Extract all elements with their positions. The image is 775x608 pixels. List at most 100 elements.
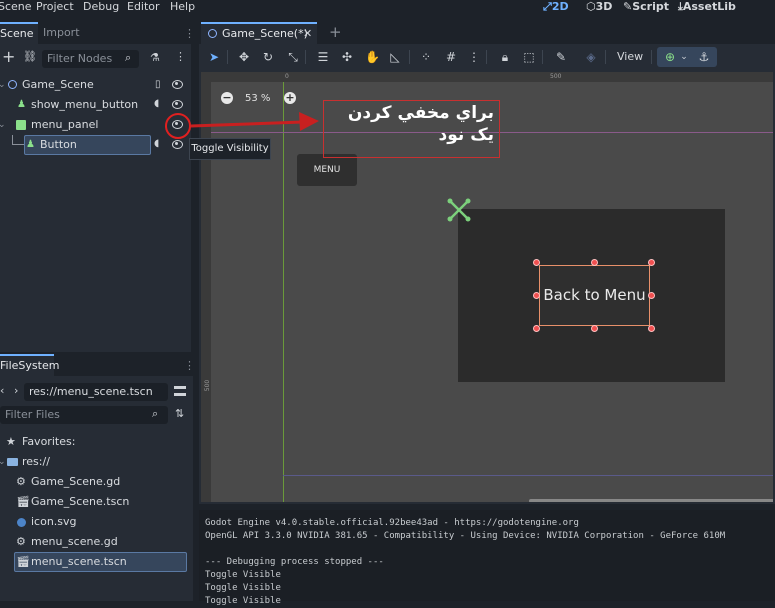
file-row[interactable]: ⚙ Game_Scene.gd [0,472,190,492]
mode-assetlib-button[interactable]: ⤓AssetLib [678,0,736,14]
pan-tool-icon[interactable]: ✋ [365,50,380,64]
node2d-icon [8,80,17,89]
smart-snap-icon[interactable]: ⁘ [419,50,433,64]
menu-debug[interactable]: Debug [83,0,119,14]
tree-node-menu-panel[interactable]: ⌄ menu_panel [0,115,190,135]
more-options-icon[interactable]: ⋮ [184,359,195,372]
pivot-icon[interactable] [447,198,471,222]
tab-game-scene[interactable]: Game_Scene(*) ✕ [201,22,317,44]
signal-icon[interactable]: ◖ [154,138,164,150]
resize-handle[interactable] [648,325,655,332]
ruler-tool-icon[interactable]: ◺ [388,50,402,64]
resize-handle[interactable] [591,259,598,266]
filter-files-input[interactable]: Filter Files [0,406,168,424]
resize-handle[interactable] [533,259,540,266]
chevron-down-icon[interactable]: ⌄ [677,50,691,64]
rotate-tool-icon[interactable]: ↻ [261,50,275,64]
path-field[interactable]: res://menu_scene.tscn [24,383,168,401]
search-icon: ⌕ [152,407,159,420]
separator [651,50,652,64]
canvas-toolbar: ➤ ✥ ↻ ⤡ ☰ ✣ ✋ ◺ ⁘ # ⋮ 🔒︎ ⬚ ✎ ◈ View ⊕ ⌄ … [199,44,775,70]
close-icon[interactable]: ✕ [303,24,312,43]
gear-icon: ⚙ [16,535,26,548]
anchor-icon[interactable]: ⚓︎ [697,50,711,64]
separator [605,50,606,64]
output-line: OpenGL API 3.3.0 NVIDIA 381.65 - Compati… [205,531,726,541]
file-row-selected[interactable]: 🎬︎ menu_scene.tscn [0,552,190,572]
view-menu-button[interactable]: View [617,50,643,63]
tab-import[interactable]: Import [39,22,84,44]
menu-project[interactable]: Project [36,0,74,14]
back-arrow-icon[interactable]: ‹ [0,384,4,397]
grid-snap-icon[interactable]: # [444,50,458,64]
snap-options-icon[interactable]: ⋮ [467,50,481,64]
lock-icon[interactable]: 🔒︎ [498,50,512,64]
tree-node-button[interactable]: ♟ Button ◖ [0,135,190,155]
link-icon[interactable]: ⛓ [23,50,37,63]
collapse-icon[interactable]: ⌄ [0,452,6,472]
resize-handle[interactable] [648,292,655,299]
menu-editor[interactable]: Editor [127,0,160,14]
scene-dock-tabs: Scene Import ⋮ [0,22,195,44]
visibility-eye-icon[interactable] [172,80,183,89]
folder-row-root[interactable]: ⌄ res:// [0,452,190,472]
resize-handle[interactable] [533,292,540,299]
tree-node-game-scene[interactable]: ⌄ Game_Scene ▯ [0,75,190,95]
separator [486,50,487,64]
separator [409,50,410,64]
signal-icon[interactable]: ◖ [154,98,164,110]
anchor-group: ⊕ ⌄ ⚓︎ [657,47,717,67]
file-row[interactable]: icon.svg [0,512,190,532]
mode-script-button[interactable]: ✎Script [623,0,669,14]
tree-node-show-menu-button[interactable]: ♟ show_menu_button ◖ [0,95,190,115]
more-options-icon[interactable]: ⋮ [184,27,195,40]
mode-3d-button[interactable]: ⬡3D [586,0,612,14]
add-tab-icon[interactable]: + [329,23,342,41]
add-node-icon[interactable]: + [2,48,15,66]
script-attach-icon[interactable]: ⚗ [150,51,160,64]
tree-connector [12,135,24,145]
group-icon[interactable]: ⬚ [522,50,536,64]
list-view-icon[interactable] [174,386,186,396]
tab-filesystem[interactable]: FileSystem [0,354,59,376]
resize-handle[interactable] [648,259,655,266]
pivot-tool-icon[interactable]: ✣ [340,50,354,64]
move-tool-icon[interactable]: ✥ [237,50,251,64]
more-icon[interactable]: ⋮ [175,50,186,63]
collapse-icon[interactable]: ⌄ [0,75,6,95]
horizontal-scrollbar[interactable] [529,499,773,502]
visibility-eye-icon[interactable] [172,140,183,149]
editor-tab-bar: Game_Scene(*) ✕ + [199,22,775,44]
menu-help[interactable]: Help [170,0,195,14]
forward-arrow-icon[interactable]: › [14,384,18,397]
menu-scene[interactable]: Scene [0,0,32,14]
file-row[interactable]: 🎬︎ Game_Scene.tscn [0,492,190,512]
collapse-icon[interactable]: ⌄ [0,115,6,135]
menu-button-preview[interactable]: MENU [297,154,357,186]
scale-tool-icon[interactable]: ⤡ [286,50,300,64]
bone-icon[interactable]: ✎ [554,50,568,64]
add-point-icon[interactable]: ⊕ [663,50,677,64]
file-row[interactable]: ⚙ menu_scene.gd [0,532,190,552]
panel-node-icon [16,120,26,130]
camera-icon[interactable]: ◈ [584,50,598,64]
resize-handle[interactable] [533,325,540,332]
list-select-icon[interactable]: ☰ [316,50,330,64]
sort-icon[interactable]: ⇅ [175,407,184,420]
mode-2d-button[interactable]: ⤢2D [543,0,569,14]
select-tool-icon[interactable]: ➤ [207,50,221,64]
output-line: Godot Engine v4.0.stable.official.92bee4… [205,518,579,528]
script-file-icon[interactable]: ▯ [155,75,161,95]
favorites-row[interactable]: ★ Favorites: [0,432,190,452]
button-node-icon: ♟ [17,99,26,110]
visibility-eye-icon[interactable] [172,100,183,109]
tooltip: Toggle Visibility [189,138,271,160]
annotation-box: براي مخفي كردن يک نود [323,100,500,158]
output-panel: Godot Engine v4.0.stable.official.92bee4… [199,510,775,606]
resize-handle[interactable] [591,325,598,332]
back-to-menu-button-preview[interactable]: Back to Menu [539,265,650,326]
output-line: Toggle Visible [205,596,281,606]
annotation-arrow [190,112,319,131]
viewport-bound-line [283,475,773,476]
tab-scene[interactable]: Scene [0,22,38,44]
